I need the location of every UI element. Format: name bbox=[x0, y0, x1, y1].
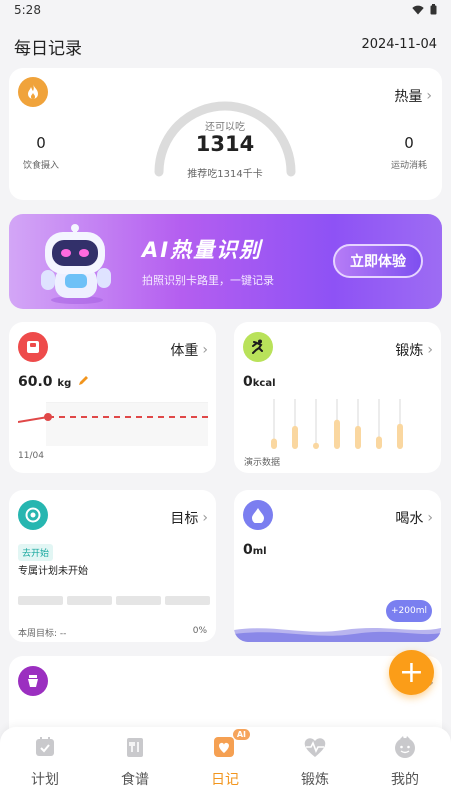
tab-plan[interactable]: 计划 bbox=[0, 733, 90, 793]
heartbeat-icon bbox=[300, 733, 330, 761]
intake-value: 0 bbox=[36, 134, 46, 152]
goal-progress-segments bbox=[18, 596, 210, 605]
exercise-link-label: 锻炼 bbox=[395, 343, 424, 359]
scale-icon bbox=[18, 332, 48, 362]
status-icons bbox=[412, 4, 437, 15]
water-link[interactable]: 喝水 › bbox=[395, 508, 433, 528]
diary-heart-icon: AI bbox=[210, 729, 250, 761]
tab-profile[interactable]: 我的 bbox=[360, 733, 450, 793]
page-title: 每日记录 bbox=[14, 39, 82, 59]
suggested-calories: 推荐吃1314千卡 bbox=[187, 169, 263, 180]
burned-value: 0 bbox=[404, 134, 414, 152]
goal-percent: 0% bbox=[192, 626, 207, 636]
status-bar: 5:28 bbox=[0, 0, 451, 24]
calorie-link-label: 热量 bbox=[394, 89, 423, 105]
exercise-number: 0 bbox=[243, 374, 253, 390]
banner-subtitle: 拍照识别卡路里，一键记录 bbox=[142, 274, 274, 287]
goal-link[interactable]: 目标 › bbox=[170, 508, 208, 528]
remaining-value: 1314 bbox=[195, 132, 255, 156]
tab-exercise[interactable]: 锻炼 bbox=[270, 733, 360, 793]
water-drop-icon bbox=[243, 500, 273, 530]
plan-status: 专属计划未开始 bbox=[18, 566, 88, 577]
tab-label: 食谱 bbox=[121, 772, 149, 788]
exercise-demo-bar bbox=[376, 436, 382, 449]
banner-title: AI热量识别 bbox=[142, 238, 263, 262]
tab-label: 日记 bbox=[211, 772, 239, 788]
body-measure-icon bbox=[18, 666, 48, 696]
burned-label: 运动消耗 bbox=[390, 161, 427, 171]
battery-icon bbox=[430, 4, 437, 15]
exercise-demo-bar bbox=[313, 442, 319, 449]
page-header: 每日记录 2024-11-04 bbox=[0, 30, 451, 60]
calendar-check-icon bbox=[30, 733, 60, 761]
exercise-demo-bar bbox=[334, 419, 340, 449]
tab-diary[interactable]: AI 日记 bbox=[180, 729, 270, 793]
exercise-link[interactable]: 锻炼 › bbox=[395, 340, 433, 360]
exercise-card[interactable]: 锻炼 › 0kcal 演示数据 bbox=[234, 322, 441, 473]
try-now-button[interactable]: 立即体验 bbox=[333, 244, 423, 278]
weight-card[interactable]: 体重 › 60.0 kg 11/04 bbox=[9, 322, 216, 473]
goal-card[interactable]: 目标 › 去开始 专属计划未开始 本周目标: -- 0% bbox=[9, 490, 216, 642]
demo-data-label: 演示数据 bbox=[244, 458, 281, 468]
status-time: 5:28 bbox=[14, 3, 41, 17]
weight-number: 60.0 bbox=[18, 374, 53, 390]
progress-segment bbox=[67, 596, 112, 605]
utensils-book-icon bbox=[120, 733, 150, 761]
bottom-tab-bar: 计划 食谱 AI 日记 锻炼 我的 bbox=[0, 727, 451, 803]
weekly-goal-label: 本周目标: -- bbox=[18, 629, 67, 639]
fire-icon bbox=[18, 77, 48, 107]
water-link-label: 喝水 bbox=[395, 511, 424, 527]
target-icon bbox=[18, 500, 48, 530]
progress-segment bbox=[116, 596, 161, 605]
tab-label: 计划 bbox=[31, 772, 59, 788]
water-card[interactable]: 喝水 › 0ml +200ml bbox=[234, 490, 441, 642]
remaining-label: 还可以吃 bbox=[205, 122, 245, 133]
add-water-button[interactable]: +200ml bbox=[386, 600, 432, 622]
water-unit: ml bbox=[252, 546, 267, 557]
exercise-unit: kcal bbox=[252, 378, 276, 389]
progress-segment bbox=[165, 596, 210, 605]
tab-label: 我的 bbox=[391, 772, 419, 788]
calorie-card[interactable]: 热量 › 0 饮食摄入 还可以吃 1314 推荐吃1314千卡 0 运动消耗 bbox=[9, 68, 442, 200]
body-measure-card[interactable]: 体围 › bbox=[9, 656, 442, 736]
weight-link-label: 体重 bbox=[170, 343, 199, 359]
goal-link-label: 目标 bbox=[170, 511, 199, 527]
exercise-demo-bar bbox=[271, 438, 277, 449]
ai-calorie-banner[interactable]: AI热量识别 拍照识别卡路里，一键记录 立即体验 bbox=[9, 214, 442, 309]
weight-x-label: 11/04 bbox=[18, 451, 44, 461]
chevron-right-icon: › bbox=[202, 342, 208, 358]
weight-point bbox=[44, 413, 52, 421]
running-icon bbox=[243, 332, 273, 362]
chevron-right-icon: › bbox=[427, 510, 433, 526]
date-selector[interactable]: 2024-11-04 bbox=[361, 37, 437, 52]
weight-value: 60.0 kg bbox=[18, 374, 89, 390]
profile-face-icon bbox=[390, 733, 420, 761]
chevron-right-icon: › bbox=[202, 510, 208, 526]
chevron-right-icon: › bbox=[426, 88, 432, 104]
edit-icon[interactable] bbox=[78, 375, 89, 386]
exercise-demo-bar bbox=[292, 425, 298, 449]
intake-label: 饮食摄入 bbox=[22, 161, 59, 171]
robot-icon bbox=[41, 224, 111, 304]
chevron-right-icon: › bbox=[427, 342, 433, 358]
exercise-value: 0kcal bbox=[243, 374, 276, 390]
add-record-button[interactable]: + bbox=[389, 650, 434, 695]
exercise-demo-chart bbox=[271, 399, 403, 449]
progress-segment bbox=[18, 596, 63, 605]
water-value: 0ml bbox=[243, 542, 267, 558]
tab-recipes[interactable]: 食谱 bbox=[90, 733, 180, 793]
weight-unit: kg bbox=[57, 378, 72, 389]
water-number: 0 bbox=[243, 542, 253, 558]
start-tag[interactable]: 去开始 bbox=[18, 544, 54, 561]
weight-link[interactable]: 体重 › bbox=[170, 340, 208, 360]
tab-label: 锻炼 bbox=[301, 772, 329, 788]
exercise-demo-bar bbox=[355, 425, 361, 449]
calorie-link[interactable]: 热量 › bbox=[394, 86, 432, 106]
ai-badge: AI bbox=[232, 729, 250, 740]
exercise-demo-bar bbox=[397, 423, 403, 449]
wifi-icon bbox=[412, 5, 424, 14]
weight-trend-chart bbox=[18, 402, 208, 446]
water-wave bbox=[234, 628, 441, 642]
